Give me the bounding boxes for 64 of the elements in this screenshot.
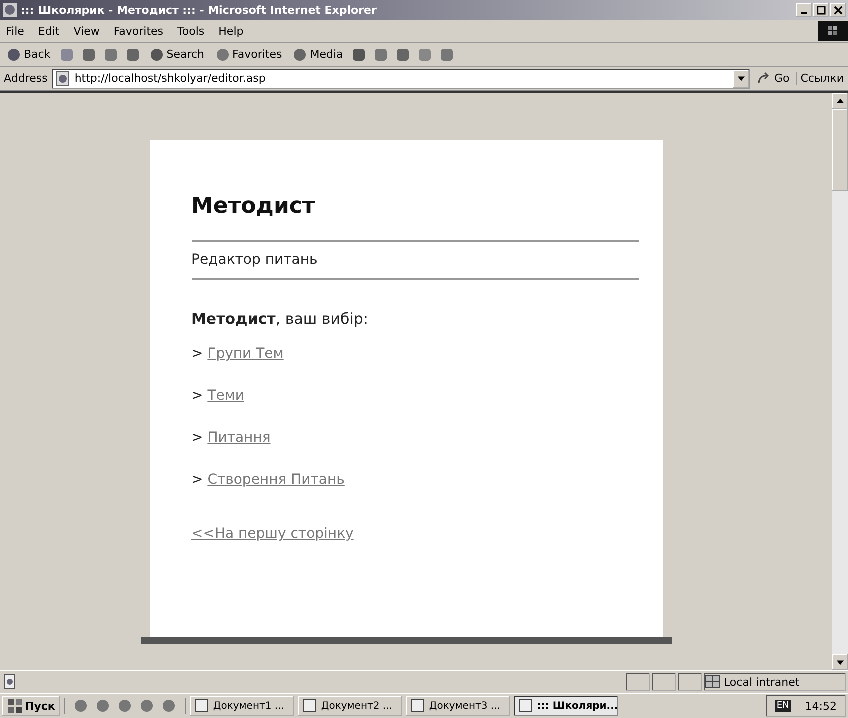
minimize-icon — [801, 12, 807, 14]
quick-launch-icon[interactable] — [95, 698, 112, 714]
close-icon — [834, 6, 842, 14]
arrow-marker: > — [192, 388, 204, 404]
window-title: ::: Школярик - Методист ::: - Microsoft Internet Explorer — [21, 4, 378, 16]
menu-link[interactable]: Групи Тем — [208, 346, 284, 362]
maximize-button[interactable] — [813, 3, 829, 17]
status-pane — [652, 673, 676, 691]
back-button[interactable]: Back — [4, 46, 53, 62]
taskbar-button[interactable]: Документ2 ... — [298, 696, 402, 716]
taskbar-button[interactable]: Документ3 ... — [406, 696, 510, 716]
arrow-marker: > — [192, 472, 204, 488]
page-icon — [54, 70, 71, 86]
menu-item[interactable]: Help — [218, 24, 244, 38]
page-subtitle: Редактор питань — [192, 252, 319, 268]
status-pane — [626, 673, 650, 691]
close-button[interactable] — [830, 3, 846, 17]
dropdown-button[interactable] — [733, 70, 750, 88]
scroll-down-icon[interactable] — [836, 658, 844, 666]
document-icon — [518, 698, 534, 714]
media-button[interactable]: Media — [290, 46, 346, 62]
home-link[interactable]: <<На першу сторінку — [192, 526, 354, 542]
flag-icon — [7, 698, 23, 714]
scrollbar[interactable] — [832, 93, 848, 670]
go-button[interactable]: Go — [754, 70, 792, 86]
caret-icon — [738, 75, 745, 82]
intranet-icon — [705, 674, 721, 690]
status-pane — [678, 673, 702, 691]
prompt-text: Методист, ваш вибір: — [192, 310, 370, 328]
taskbar-button[interactable]: ::: Школяри... — [514, 696, 618, 716]
menu-item[interactable]: Edit — [38, 24, 60, 38]
links-button[interactable]: Ссылки — [796, 72, 844, 85]
document-icon — [410, 698, 426, 714]
address-label: Address — [4, 72, 48, 85]
menu-link[interactable]: Теми — [208, 388, 245, 404]
start-button[interactable]: Пуск — [2, 696, 60, 716]
scrollbar-thumb[interactable] — [832, 109, 848, 191]
page-icon — [2, 674, 18, 690]
favorites-button[interactable]: Favorites — [212, 46, 284, 62]
clock: 14:52 — [805, 700, 837, 712]
zone-label: Local intranet — [724, 676, 800, 688]
taskbar-button[interactable]: Документ1 ... — [190, 696, 294, 716]
quick-launch-icon[interactable] — [73, 698, 90, 714]
document-icon — [302, 698, 318, 714]
menu-item[interactable]: Tools — [178, 24, 205, 38]
address-field[interactable]: http://localhost/shkolyar/editor.asp — [52, 68, 750, 88]
maximize-icon — [816, 6, 826, 14]
search-button[interactable]: Search — [146, 46, 207, 62]
arrow-marker: > — [192, 346, 204, 362]
minimize-button[interactable] — [796, 3, 812, 17]
menu-item[interactable]: View — [74, 24, 100, 38]
menu-link[interactable]: Створення Питань — [208, 472, 345, 488]
quick-launch-icon[interactable] — [139, 698, 156, 714]
menu-item[interactable]: Favorites — [114, 24, 164, 38]
quick-launch-icon[interactable] — [161, 698, 178, 714]
language-indicator[interactable]: EN — [774, 700, 792, 712]
browser-icon — [2, 2, 18, 18]
menu-item[interactable]: File — [6, 24, 24, 38]
quick-launch-icon[interactable] — [117, 698, 134, 714]
arrow-marker: > — [192, 430, 204, 446]
scroll-up-icon[interactable] — [836, 98, 844, 104]
page-heading: Методист — [192, 194, 316, 221]
document-icon — [194, 698, 210, 714]
menu-link[interactable]: Питання — [208, 430, 271, 446]
